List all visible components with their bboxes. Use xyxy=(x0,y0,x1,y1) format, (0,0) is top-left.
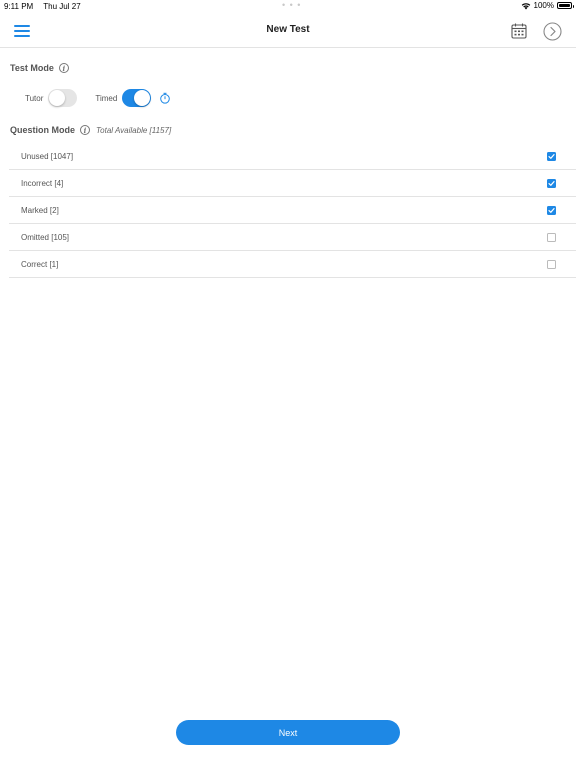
checkbox-checked[interactable] xyxy=(547,206,556,215)
checkbox-checked[interactable] xyxy=(547,152,556,161)
list-item-label: Omitted [105] xyxy=(21,233,70,242)
question-mode-heading: Question Mode i Total Available [1157] xyxy=(10,125,171,135)
status-right: 100% xyxy=(521,1,574,10)
stopwatch-icon[interactable] xyxy=(159,92,171,104)
total-available: Total Available [1157] xyxy=(96,125,172,135)
checkbox-unchecked[interactable] xyxy=(547,260,556,269)
list-item-label: Marked [2] xyxy=(21,206,59,215)
multitasking-dots[interactable]: • • • xyxy=(282,0,301,10)
next-button[interactable]: Next xyxy=(176,720,400,745)
list-item-incorrect[interactable]: Incorrect [4] xyxy=(9,170,576,197)
page-title: New Test xyxy=(266,24,310,35)
list-item-omitted[interactable]: Omitted [105] xyxy=(9,224,576,251)
list-item-label: Correct [1] xyxy=(21,260,59,269)
list-item-marked[interactable]: Marked [2] xyxy=(9,197,576,224)
list-item-correct[interactable]: Correct [1] xyxy=(9,251,576,278)
list-item-label: Unused [1047] xyxy=(21,152,74,161)
list-item-label: Incorrect [4] xyxy=(21,179,64,188)
chevron-right-circle-icon[interactable] xyxy=(543,22,562,41)
timed-toggle[interactable] xyxy=(122,89,152,107)
question-mode-list: Unused [1047] Incorrect [4] Marked [2] O… xyxy=(9,143,576,278)
checkbox-unchecked[interactable] xyxy=(547,233,556,242)
test-mode-heading: Test Mode i xyxy=(10,63,69,73)
checkbox-checked[interactable] xyxy=(547,179,556,188)
status-left: 9:11 PM Thu Jul 27 xyxy=(4,2,89,11)
battery-icon xyxy=(557,2,574,9)
timed-label: Timed xyxy=(95,93,118,103)
tutor-label: Tutor xyxy=(25,93,44,103)
question-mode-label: Question Mode xyxy=(10,125,75,135)
tutor-toggle[interactable] xyxy=(48,89,78,107)
status-time: 9:11 PM xyxy=(4,2,34,11)
navigation-bar: New Test xyxy=(0,12,576,48)
battery-percent: 100% xyxy=(533,1,554,10)
test-mode-toggles: Tutor Timed xyxy=(25,89,171,107)
test-mode-label: Test Mode xyxy=(10,63,54,73)
status-bar: 9:11 PM Thu Jul 27 • • • 100% xyxy=(0,0,576,12)
wifi-icon xyxy=(521,2,530,9)
list-item-unused[interactable]: Unused [1047] xyxy=(9,143,576,170)
calendar-icon[interactable] xyxy=(510,22,528,40)
info-icon[interactable]: i xyxy=(58,63,69,73)
info-icon[interactable]: i xyxy=(80,125,90,135)
status-date: Thu Jul 27 xyxy=(43,2,81,11)
